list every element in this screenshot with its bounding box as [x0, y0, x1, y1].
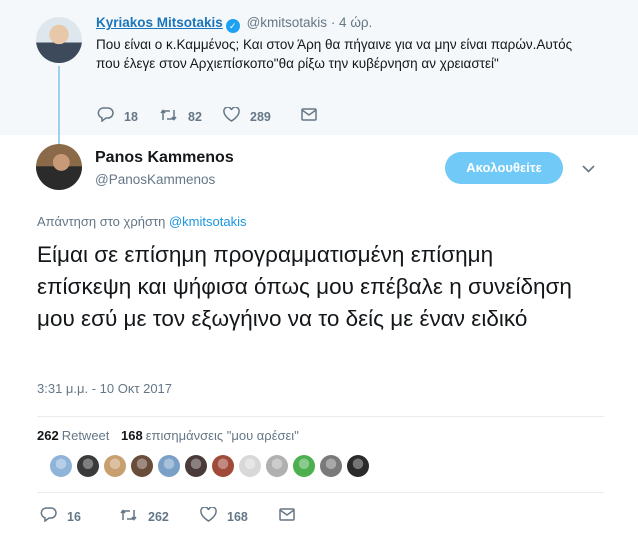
- parent-tweet-header: Kyriakos Mitsotakis ✓ @kmitsotakis · 4 ώρ…: [96, 15, 372, 33]
- liker-avatar[interactable]: [212, 455, 234, 477]
- parent-tweet-actions: 18 82 289: [97, 106, 327, 126]
- like-button[interactable]: 289: [223, 106, 301, 126]
- author-handle[interactable]: @PanosKammenos: [95, 172, 215, 187]
- parent-tweet[interactable]: Kyriakos Mitsotakis ✓ @kmitsotakis · 4 ώρ…: [0, 0, 638, 135]
- reply-count: 16: [67, 509, 81, 524]
- retweet-icon: [159, 108, 178, 126]
- liker-avatar[interactable]: [158, 455, 180, 477]
- author-name-link[interactable]: Kyriakos Mitsotakis: [96, 15, 223, 30]
- like-count: 168: [227, 509, 248, 524]
- reply-icon: [97, 107, 114, 126]
- tweet-stats: 262 Retweet 168 επισημάνσεις "μου αρέσει": [37, 428, 299, 443]
- liker-avatar[interactable]: [239, 455, 261, 477]
- parent-tweet-text: Που είναι ο κ.Καμμένος; Και στον Άρη θα …: [96, 37, 573, 71]
- liker-avatar[interactable]: [266, 455, 288, 477]
- like-button[interactable]: 168: [200, 506, 279, 526]
- reply-context: Απάντηση στο χρήστη @kmitsotakis: [37, 214, 246, 229]
- liker-avatar[interactable]: [77, 455, 99, 477]
- liker-avatar[interactable]: [347, 455, 369, 477]
- author-name[interactable]: Panos Kammenos: [95, 149, 234, 167]
- envelope-icon: [279, 508, 295, 525]
- author-handle[interactable]: @kmitsotakis: [247, 15, 327, 30]
- retweet-stat[interactable]: 262 Retweet: [37, 428, 109, 443]
- reply-button[interactable]: 18: [97, 107, 159, 126]
- tweet-timestamp[interactable]: 3:31 μ.μ. - 10 Οκτ 2017: [37, 381, 172, 396]
- retweet-count: 82: [188, 109, 202, 124]
- like-count: 289: [250, 109, 271, 124]
- avatar[interactable]: [36, 17, 82, 63]
- retweet-stat-count: 262: [37, 428, 59, 443]
- liker-avatar[interactable]: [104, 455, 126, 477]
- reply-count: 18: [124, 109, 138, 124]
- liker-avatar[interactable]: [293, 455, 315, 477]
- heart-icon: [200, 506, 217, 526]
- retweet-button[interactable]: 82: [159, 108, 223, 126]
- reply-button[interactable]: 16: [40, 507, 119, 526]
- liker-avatar[interactable]: [320, 455, 342, 477]
- direct-message-button[interactable]: [301, 108, 327, 125]
- reply-prefix: Απάντηση στο χρήστη: [37, 214, 166, 229]
- reply-mention-link[interactable]: @kmitsotakis: [169, 214, 247, 229]
- thread-connector-line: [58, 66, 60, 144]
- envelope-icon: [301, 108, 317, 125]
- liker-avatar[interactable]: [131, 455, 153, 477]
- retweet-stat-label: Retweet: [61, 428, 110, 443]
- following-button[interactable]: Ακολουθείτε: [445, 152, 563, 184]
- chevron-down-icon[interactable]: [582, 160, 595, 176]
- tweet-actions: 16 262 168: [40, 506, 305, 526]
- reply-icon: [40, 507, 57, 526]
- liker-avatar[interactable]: [185, 455, 207, 477]
- liker-avatar[interactable]: [50, 455, 72, 477]
- avatar[interactable]: [36, 144, 82, 190]
- retweet-icon: [119, 508, 138, 526]
- like-stat[interactable]: 168 επισημάνσεις "μου αρέσει": [121, 428, 299, 443]
- divider: [37, 416, 604, 417]
- divider: [37, 492, 604, 493]
- like-stat-count: 168: [121, 428, 143, 443]
- retweet-count: 262: [148, 509, 169, 524]
- retweet-button[interactable]: 262: [119, 508, 200, 526]
- tweet-text: Είμαι σε επίσημη προγραμματισμένη επίσημ…: [37, 242, 572, 331]
- tweet-time[interactable]: · 4 ώρ.: [331, 15, 372, 30]
- verified-badge-icon: ✓: [225, 19, 240, 33]
- like-stat-label: επισημάνσεις "μου αρέσει": [145, 428, 299, 443]
- likers-avatars: [50, 455, 374, 477]
- heart-icon: [223, 106, 240, 126]
- direct-message-button[interactable]: [279, 508, 305, 525]
